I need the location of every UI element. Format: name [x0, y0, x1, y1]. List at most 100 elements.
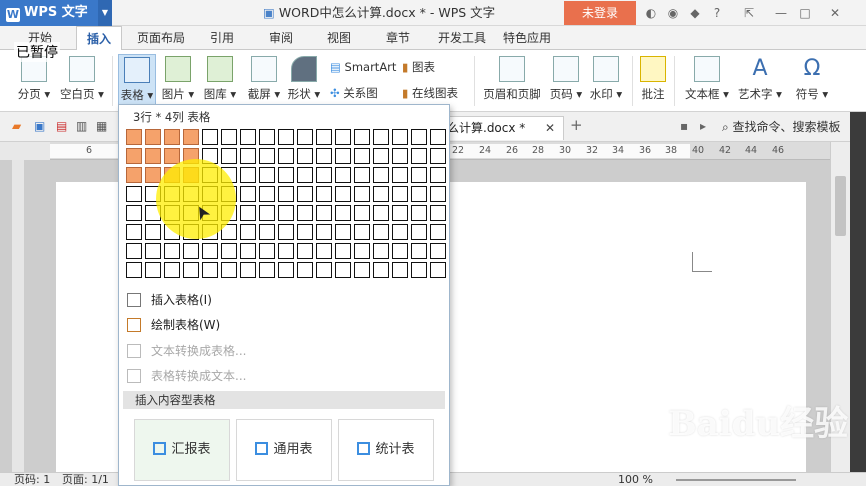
grid-cell[interactable] — [259, 205, 275, 221]
tab-review[interactable]: 审阅 — [269, 26, 293, 50]
grid-cell[interactable] — [430, 167, 446, 183]
preview-icon[interactable]: ▦ — [96, 119, 107, 133]
grid-cell[interactable] — [278, 148, 294, 164]
grid-cell[interactable] — [126, 148, 142, 164]
grid-cell[interactable] — [164, 205, 180, 221]
grid-cell[interactable] — [411, 243, 427, 259]
tab-menu-icon[interactable]: ▪ — [680, 119, 688, 133]
grid-cell[interactable] — [145, 129, 161, 145]
grid-cell[interactable] — [126, 186, 142, 202]
grid-cell[interactable] — [392, 148, 408, 164]
grid-cell[interactable] — [392, 167, 408, 183]
screenshot-button[interactable]: 截屏 ▾ — [244, 54, 284, 108]
grid-cell[interactable] — [164, 224, 180, 240]
grid-cell[interactable] — [392, 262, 408, 278]
grid-cell[interactable] — [278, 243, 294, 259]
grid-cell[interactable] — [297, 243, 313, 259]
grid-cell[interactable] — [411, 167, 427, 183]
zoom-level[interactable]: 100 % — [618, 473, 653, 486]
grid-cell[interactable] — [392, 186, 408, 202]
grid-cell[interactable] — [354, 224, 370, 240]
grid-cell[interactable] — [316, 243, 332, 259]
grid-cell[interactable] — [392, 243, 408, 259]
grid-cell[interactable] — [430, 262, 446, 278]
grid-cell[interactable] — [164, 148, 180, 164]
grid-cell[interactable] — [126, 224, 142, 240]
grid-cell[interactable] — [297, 148, 313, 164]
textbox-button[interactable]: 文本框 ▾ — [684, 54, 730, 108]
grid-cell[interactable] — [316, 262, 332, 278]
grid-cell[interactable] — [259, 129, 275, 145]
grid-cell[interactable] — [430, 205, 446, 221]
grid-cell[interactable] — [221, 243, 237, 259]
grid-cell[interactable] — [202, 224, 218, 240]
relation-chart-button[interactable]: ✣ 关系图 — [330, 84, 378, 102]
grid-cell[interactable] — [126, 243, 142, 259]
grid-cell[interactable] — [354, 167, 370, 183]
tab-section[interactable]: 章节 — [386, 26, 410, 50]
grid-cell[interactable] — [335, 167, 351, 183]
grid-cell[interactable] — [221, 224, 237, 240]
grid-cell[interactable] — [354, 129, 370, 145]
grid-cell[interactable] — [126, 167, 142, 183]
grid-cell[interactable] — [335, 224, 351, 240]
table-to-text-menu-item[interactable]: 表格转换成文本... — [127, 365, 443, 387]
text-to-table-menu-item[interactable]: 文本转换成表格... — [127, 340, 443, 362]
minimize-icon[interactable]: — — [772, 4, 790, 22]
grid-cell[interactable] — [411, 224, 427, 240]
watermark-button[interactable]: 水印 ▾ — [588, 54, 624, 108]
grid-cell[interactable] — [335, 262, 351, 278]
grid-cell[interactable] — [164, 186, 180, 202]
grid-cell[interactable] — [411, 148, 427, 164]
grid-cell[interactable] — [259, 243, 275, 259]
grid-cell[interactable] — [278, 262, 294, 278]
page-number-button[interactable]: 页码 ▾ — [548, 54, 584, 108]
chevron-down-icon[interactable]: ▼ — [98, 0, 112, 26]
grid-cell[interactable] — [392, 205, 408, 221]
grid-cell[interactable] — [202, 243, 218, 259]
grid-cell[interactable] — [430, 129, 446, 145]
grid-cell[interactable] — [221, 129, 237, 145]
comment-button[interactable]: 批注 — [638, 54, 668, 108]
blank-page-button[interactable]: 空白页 ▾ — [58, 54, 106, 108]
grid-cell[interactable] — [411, 129, 427, 145]
grid-cell[interactable] — [183, 224, 199, 240]
tab-insert[interactable]: 插入 — [76, 26, 123, 51]
grid-cell[interactable] — [297, 224, 313, 240]
grid-cell[interactable] — [373, 262, 389, 278]
grid-cell[interactable] — [259, 262, 275, 278]
grid-cell[interactable] — [145, 186, 161, 202]
grid-cell[interactable] — [164, 262, 180, 278]
grid-cell[interactable] — [278, 186, 294, 202]
grid-cell[interactable] — [297, 129, 313, 145]
skin-icon[interactable]: ◐ — [642, 4, 660, 22]
grid-cell[interactable] — [221, 167, 237, 183]
tab-references[interactable]: 引用 — [210, 26, 234, 50]
grid-cell[interactable] — [240, 262, 256, 278]
grid-cell[interactable] — [354, 205, 370, 221]
grid-cell[interactable] — [316, 167, 332, 183]
grid-cell[interactable] — [316, 205, 332, 221]
grid-cell[interactable] — [145, 148, 161, 164]
grid-cell[interactable] — [392, 129, 408, 145]
grid-cell[interactable] — [164, 243, 180, 259]
wordart-button[interactable]: A 艺术字 ▾ — [736, 54, 784, 108]
insert-table-menu-item[interactable]: 插入表格(I) — [127, 289, 443, 311]
grid-cell[interactable] — [430, 243, 446, 259]
grid-cell[interactable] — [240, 129, 256, 145]
help-button[interactable]: ? — [708, 4, 726, 22]
grid-cell[interactable] — [335, 129, 351, 145]
grid-cell[interactable] — [145, 243, 161, 259]
side-panel-strip[interactable] — [850, 112, 866, 486]
document-tab[interactable]: 么计算.docx * ✕ — [438, 116, 564, 140]
grid-cell[interactable] — [202, 262, 218, 278]
open-folder-icon[interactable]: ▰ — [12, 119, 21, 133]
zoom-slider[interactable] — [676, 479, 796, 481]
grid-cell[interactable] — [335, 148, 351, 164]
grid-cell[interactable] — [183, 167, 199, 183]
command-search[interactable]: ⌕ 查找命令、搜索模板 — [722, 118, 841, 135]
grid-cell[interactable] — [240, 186, 256, 202]
grid-cell[interactable] — [259, 148, 275, 164]
tab-developer[interactable]: 开发工具 — [438, 26, 486, 50]
grid-cell[interactable] — [430, 224, 446, 240]
